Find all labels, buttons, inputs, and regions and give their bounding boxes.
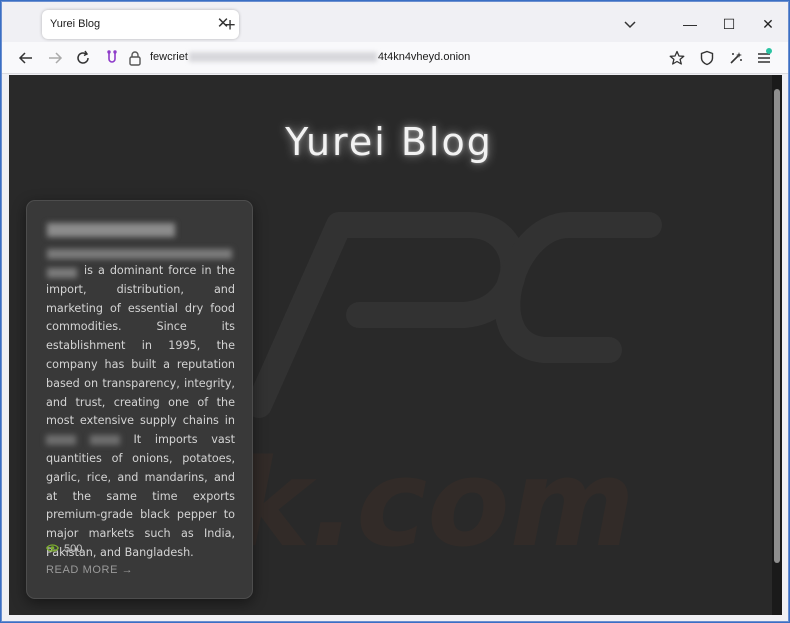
url-redacted-segment [188, 52, 377, 63]
lock-icon[interactable] [128, 50, 142, 66]
redacted-post-title [47, 223, 175, 237]
minimize-button[interactable]: — [678, 12, 702, 36]
security-level-icon[interactable] [725, 47, 747, 69]
tab-title: Yurei Blog [50, 18, 101, 30]
redacted-country-cont [89, 435, 120, 446]
read-more-link[interactable]: READ MORE → [46, 564, 133, 576]
list-all-tabs-icon[interactable] [620, 14, 640, 34]
tab-strip: Yurei Blog ✕ + — ☐ ✕ [2, 2, 788, 42]
forward-arrow-icon[interactable] [44, 47, 66, 69]
url-prefix: fewcriet [150, 51, 188, 63]
post-excerpt-start: is a dominant force in the import, distr… [46, 264, 235, 428]
blog-post-card[interactable]: is a dominant force in the import, distr… [26, 200, 253, 599]
post-excerpt: is a dominant force in the import, distr… [46, 262, 235, 563]
shield-icon[interactable] [696, 47, 718, 69]
page-title: Yurei Blog [285, 120, 493, 164]
views-counter: 500 [46, 540, 82, 558]
page-viewport: risk.com Yurei Blog is a dominant force … [9, 75, 782, 615]
back-arrow-icon[interactable] [15, 47, 37, 69]
browser-window: Yurei Blog ✕ + — ☐ ✕ fewcriet 4t4kn4vhey… [1, 1, 789, 622]
bookmark-star-icon[interactable] [666, 47, 688, 69]
views-count: 500 [64, 543, 83, 555]
update-indicator-dot [766, 48, 772, 54]
scrollbar-thumb[interactable] [774, 89, 780, 563]
scrollbar[interactable] [772, 75, 782, 615]
url-suffix: 4t4kn4vheyd.onion [377, 51, 471, 63]
maximize-button[interactable]: ☐ [717, 12, 741, 36]
tab-yurei-blog[interactable]: Yurei Blog ✕ [42, 10, 239, 39]
new-tab-button[interactable]: + [218, 14, 242, 38]
address-bar[interactable]: fewcriet 4t4kn4vheyd.onion [98, 45, 698, 71]
reload-icon[interactable] [72, 47, 94, 69]
redacted-country [46, 435, 76, 446]
navigation-toolbar: fewcriet 4t4kn4vheyd.onion [2, 42, 788, 74]
tor-circuit-icon[interactable] [104, 49, 120, 67]
url-text[interactable]: fewcriet 4t4kn4vheyd.onion [150, 51, 470, 63]
eye-icon [46, 540, 59, 558]
redacted-company-name [47, 249, 232, 259]
close-window-button[interactable]: ✕ [756, 12, 780, 36]
